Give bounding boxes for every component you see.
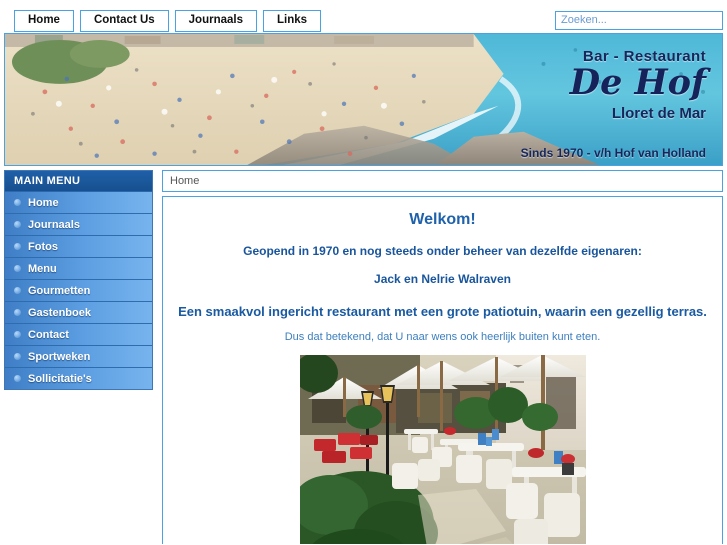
nav-tab-home[interactable]: Home bbox=[14, 10, 74, 32]
bullet-icon bbox=[14, 243, 21, 250]
site-banner: Bar - Restaurant De Hof Lloret de Mar Si… bbox=[4, 33, 723, 166]
sidebar-item-label: Sportweken bbox=[28, 350, 91, 363]
banner-title-block: Bar - Restaurant De Hof Lloret de Mar bbox=[570, 48, 706, 122]
bullet-icon bbox=[14, 265, 21, 272]
bullet-icon bbox=[14, 221, 21, 228]
search-container bbox=[555, 11, 723, 30]
sidebar-item-journaals[interactable]: Journaals bbox=[5, 214, 152, 236]
sidebar-item-home[interactable]: Home bbox=[5, 192, 152, 214]
sidebar-item-label: Menu bbox=[28, 262, 57, 275]
nav-tab-links[interactable]: Links bbox=[262, 10, 322, 32]
bullet-icon bbox=[14, 199, 21, 206]
intro-paragraph: Geopend in 1970 en nog steeds onder behe… bbox=[243, 244, 642, 258]
sidebar-item-sportweken[interactable]: Sportweken bbox=[5, 346, 152, 368]
sidebar-item-label: Home bbox=[28, 196, 59, 209]
primary-navigation: Home Contact Us Journaals Links bbox=[14, 10, 322, 32]
sidebar-item-contact[interactable]: Contact bbox=[5, 324, 152, 346]
top-bar: Home Contact Us Journaals Links bbox=[0, 0, 727, 33]
sidebar-item-label: Fotos bbox=[28, 240, 58, 253]
banner-restaurant-name: De Hof bbox=[569, 62, 706, 103]
description-paragraph: Een smaakvol ingericht restaurant met ee… bbox=[178, 304, 707, 319]
page-title: Welkom! bbox=[409, 211, 476, 228]
breadcrumb: Home bbox=[162, 170, 723, 192]
banner-tagline: Sinds 1970 - v/h Hof van Holland bbox=[520, 146, 706, 160]
banner-location: Lloret de Mar bbox=[611, 105, 706, 122]
patio-photo bbox=[299, 355, 586, 544]
sidebar-item-gastenboek[interactable]: Gastenboek bbox=[5, 302, 152, 324]
sidebar-header: MAIN MENU bbox=[5, 171, 152, 192]
page-layout: MAIN MENU Home Journaals Fotos Menu Gour… bbox=[4, 170, 723, 544]
content-panel: Welkom! Geopend in 1970 en nog steeds on… bbox=[162, 196, 723, 544]
sidebar-item-fotos[interactable]: Fotos bbox=[5, 236, 152, 258]
bullet-icon bbox=[14, 309, 21, 316]
note-paragraph: Dus dat betekend, dat U naar wens ook he… bbox=[284, 331, 601, 343]
bullet-icon bbox=[14, 375, 21, 382]
nav-tab-contact-us[interactable]: Contact Us bbox=[79, 10, 169, 32]
sidebar-item-label: Contact bbox=[28, 328, 69, 341]
nav-tab-journaals[interactable]: Journaals bbox=[174, 10, 257, 32]
bullet-icon bbox=[14, 353, 21, 360]
sidebar-item-menu[interactable]: Menu bbox=[5, 258, 152, 280]
bullet-icon bbox=[14, 331, 21, 338]
patio-photo-image bbox=[299, 355, 586, 544]
sidebar-item-label: Gourmetten bbox=[28, 284, 91, 297]
sidebar-item-label: Gastenboek bbox=[28, 306, 91, 319]
owners-paragraph: Jack en Nelrie Walraven bbox=[374, 272, 511, 286]
main-column: Home Welkom! Geopend in 1970 en nog stee… bbox=[162, 170, 723, 544]
sidebar: MAIN MENU Home Journaals Fotos Menu Gour… bbox=[4, 170, 153, 390]
sidebar-item-label: Sollicitatie's bbox=[28, 372, 92, 385]
bullet-icon bbox=[14, 287, 21, 294]
sidebar-item-sollicitaties[interactable]: Sollicitatie's bbox=[5, 368, 152, 389]
sidebar-item-gourmetten[interactable]: Gourmetten bbox=[5, 280, 152, 302]
search-input[interactable] bbox=[555, 11, 723, 30]
sidebar-item-label: Journaals bbox=[28, 218, 80, 231]
